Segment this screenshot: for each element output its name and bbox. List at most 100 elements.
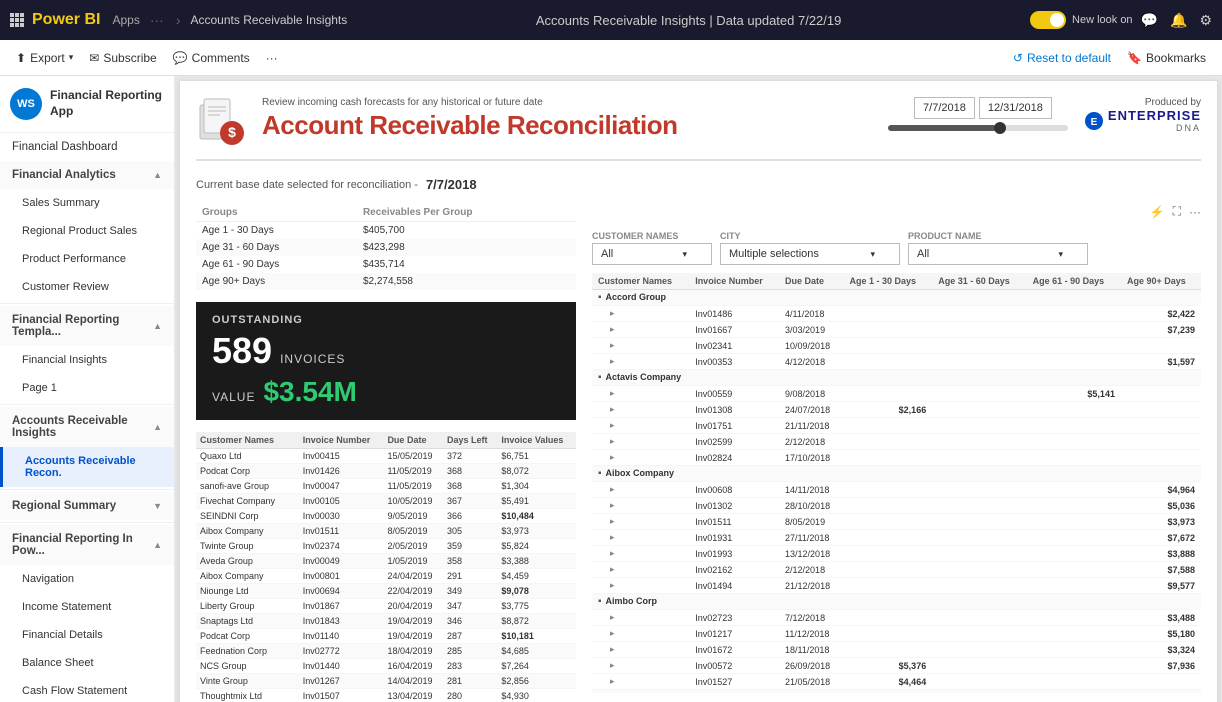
city-select[interactable]: Multiple selections ▾ <box>720 243 900 265</box>
detail-cell: Inv01140 <box>299 629 384 644</box>
right-data-cell: 21/11/2018 <box>779 418 843 434</box>
right-data-cell: 8/05/2019 <box>779 514 843 530</box>
detail-table-row: Vinte GroupInv0126714/04/2019281$2,856 <box>196 674 576 689</box>
sub-row-indicator: ▸ <box>610 516 615 526</box>
right-data-cell: $7,588 <box>1121 562 1201 578</box>
detail-table-row: Twinte GroupInv023742/05/2019359$5,824 <box>196 539 576 554</box>
detail-cell: $9,078 <box>497 584 576 599</box>
sidebar-item-regional-product-sales[interactable]: Regional Product Sales <box>0 217 174 245</box>
sidebar-item-product-performance[interactable]: Product Performance <box>0 245 174 273</box>
right-group-name: ▪Accord Group <box>592 290 1201 306</box>
bookmarks-button[interactable]: 🔖 Bookmarks <box>1127 51 1206 65</box>
apps-grid-icon[interactable] <box>10 13 24 27</box>
sidebar-item-cash-flow-statement[interactable]: Cash Flow Statement <box>0 677 174 702</box>
product-name-select-value: All <box>917 248 929 260</box>
date-slider-handle[interactable] <box>994 122 1006 134</box>
sub-row-indicator: ▸ <box>610 340 615 350</box>
detail-table-row: Quaxo LtdInv0041515/05/2019372$6,751 <box>196 449 576 464</box>
sidebar-item-financial-dashboard[interactable]: Financial Dashboard <box>0 133 174 161</box>
detail-table-row: Podcat CorpInv0114019/04/2019287$10,181 <box>196 629 576 644</box>
detail-cell: 19/04/2019 <box>383 629 443 644</box>
right-customer-cell: ▸ <box>592 626 689 642</box>
detail-cell: Inv01867 <box>299 599 384 614</box>
bookmarks-icon: 🔖 <box>1127 51 1142 65</box>
groups-value-cell: $423,298 <box>357 239 576 256</box>
detail-cell: 2/05/2019 <box>383 539 443 554</box>
city-chevron-icon: ▾ <box>870 249 875 260</box>
sidebar-label-product-performance: Product Performance <box>22 253 126 265</box>
sidebar-item-financial-analytics[interactable]: Financial Analytics ▲ <box>0 161 174 189</box>
detail-cell: 368 <box>443 464 497 479</box>
reset-button[interactable]: ↺ Reset to default <box>1013 51 1111 65</box>
sidebar-item-financial-reporting-in-pow[interactable]: Financial Reporting In Pow... ▲ <box>0 525 174 565</box>
sidebar-item-income-statement[interactable]: Income Statement <box>0 593 174 621</box>
right-customer-cell: ▸ <box>592 482 689 498</box>
apps-link[interactable]: Apps <box>112 13 139 27</box>
subscribe-button[interactable]: ✉ Subscribe <box>89 51 156 65</box>
detail-cell: Quaxo Ltd <box>196 449 299 464</box>
right-data-cell: Inv00353 <box>689 354 779 370</box>
date-start-input[interactable]: 7/7/2018 <box>914 97 975 119</box>
right-data-cell: $5,141 <box>1027 386 1121 402</box>
chat-icon[interactable]: 💬 <box>1141 12 1158 29</box>
detail-cell: 16/04/2019 <box>383 659 443 674</box>
detail-cell: SEINDNI Corp <box>196 509 299 524</box>
product-name-select[interactable]: All ▾ <box>908 243 1088 265</box>
right-data-cell <box>1027 578 1121 594</box>
sidebar-item-page-1[interactable]: Page 1 <box>0 374 174 402</box>
more-options-icon[interactable]: ··· <box>1189 205 1201 219</box>
fullscreen-icon[interactable]: ⛶ <box>1173 204 1181 219</box>
detail-table-row: sanofi-ave GroupInv0004711/05/2019368$1,… <box>196 479 576 494</box>
groups-name-cell: Age 31 - 60 Days <box>196 239 357 256</box>
sidebar-item-balance-sheet[interactable]: Balance Sheet <box>0 649 174 677</box>
expand-icon[interactable]: ▪ <box>598 596 602 607</box>
expand-icon[interactable]: ▪ <box>598 468 602 479</box>
right-data-cell <box>843 514 932 530</box>
report-subtitle: Review incoming cash forecasts for any h… <box>262 97 872 108</box>
export-button[interactable]: ⬆ Export ▾ <box>16 51 73 65</box>
detail-cell: Feednation Corp <box>196 644 299 659</box>
sidebar-item-regional-summary[interactable]: Regional Summary ▼ <box>0 492 174 520</box>
right-customer-cell: ▸ <box>592 450 689 466</box>
detail-cell: Podcat Corp <box>196 464 299 479</box>
detail-cell: Fivechat Company <box>196 494 299 509</box>
sidebar-item-sales-summary[interactable]: Sales Summary <box>0 189 174 217</box>
customer-names-select[interactable]: All ▾ <box>592 243 712 265</box>
new-look-toggle[interactable]: New look on <box>1030 11 1133 29</box>
date-end-input[interactable]: 12/31/2018 <box>979 97 1052 119</box>
detail-cell: $4,685 <box>497 644 576 659</box>
sidebar-item-financial-reporting-templates[interactable]: Financial Reporting Templa... ▲ <box>0 306 174 346</box>
expand-icon[interactable]: ▪ <box>598 292 602 303</box>
sub-row-indicator: ▸ <box>610 532 615 542</box>
expand-icon[interactable]: ▪ <box>598 372 602 383</box>
right-data-cell <box>843 626 932 642</box>
sidebar-item-financial-details[interactable]: Financial Details <box>0 621 174 649</box>
expand-icon[interactable]: ▪ <box>598 692 602 693</box>
right-data-cell <box>932 418 1026 434</box>
more-button[interactable]: ··· <box>266 51 278 65</box>
date-slider[interactable] <box>888 125 1068 131</box>
detail-cell: $7,264 <box>497 659 576 674</box>
notification-icon[interactable]: 🔔 <box>1170 12 1187 29</box>
right-data-cell <box>1121 674 1201 690</box>
right-data-cell: 17/10/2018 <box>779 450 843 466</box>
sidebar-item-accounts-receivable-insights[interactable]: Accounts Receivable Insights ▲ <box>0 407 174 447</box>
sidebar-item-accounts-receivable-recon[interactable]: Accounts Receivable Recon. <box>0 447 174 487</box>
right-data-cell <box>932 562 1026 578</box>
sidebar-item-customer-review[interactable]: Customer Review <box>0 273 174 301</box>
sidebar-header: WS Financial Reporting App <box>0 76 174 133</box>
sub-row-indicator: ▸ <box>610 356 615 366</box>
detail-cell: 347 <box>443 599 497 614</box>
comments-button[interactable]: 💬 Comments <box>173 51 250 65</box>
sidebar-item-navigation[interactable]: Navigation <box>0 565 174 593</box>
sidebar-item-financial-insights[interactable]: Financial Insights <box>0 346 174 374</box>
filter-icon[interactable]: ⚡ <box>1150 205 1165 219</box>
report-inner: $ Review incoming cash forecasts for any… <box>179 80 1218 702</box>
settings-icon[interactable]: ⚙ <box>1199 12 1212 29</box>
right-table-row: ▸Inv0167218/11/2018$3,324 <box>592 642 1201 658</box>
groups-value-cell: $2,274,558 <box>357 273 576 290</box>
right-data-cell <box>843 386 932 402</box>
customer-names-filter: Customer Names All ▾ <box>592 231 712 265</box>
right-table: Customer NamesInvoice NumberDue DateAge … <box>592 273 1201 693</box>
right-data-cell: Inv01494 <box>689 578 779 594</box>
